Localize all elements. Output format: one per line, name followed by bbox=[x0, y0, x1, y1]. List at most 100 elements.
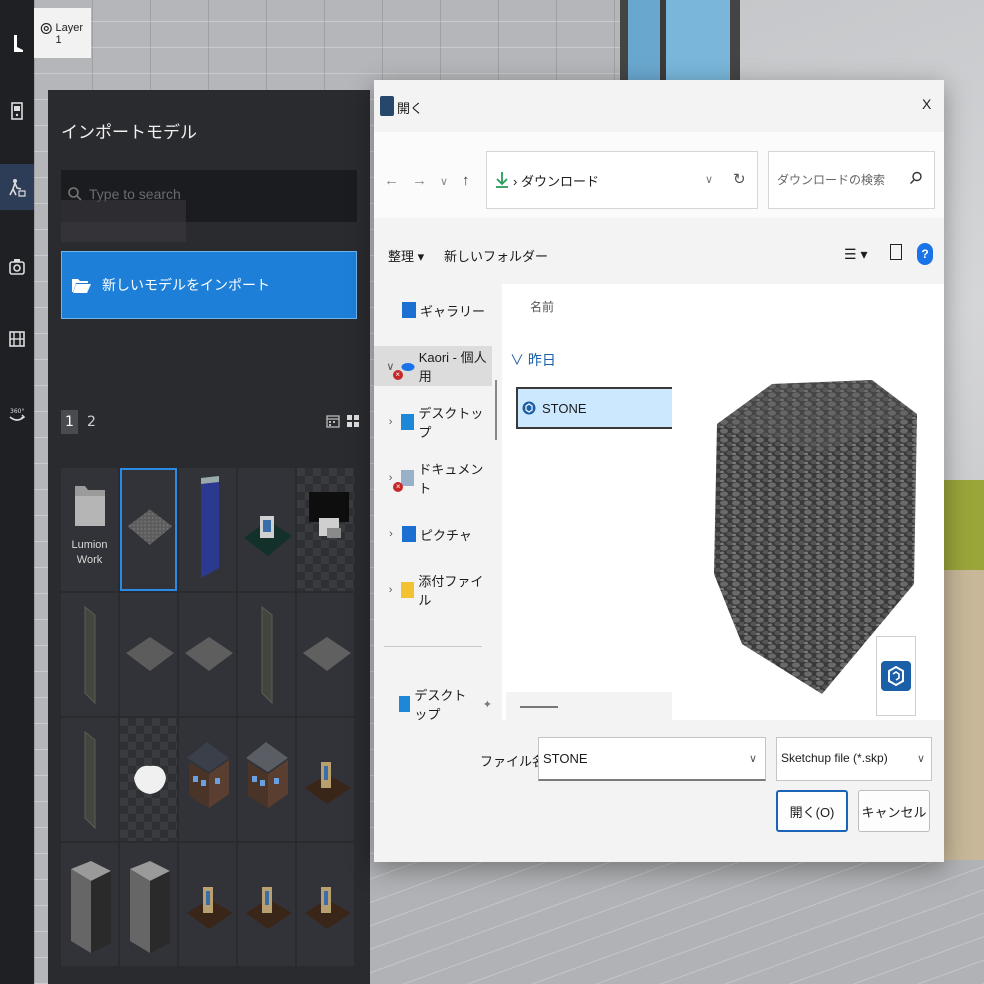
organize-menu[interactable]: 整理 ▾ bbox=[388, 246, 424, 265]
nav-item-quick-desktop[interactable]: デスクトップ ✦ bbox=[374, 684, 492, 724]
import-button-label: 新しいモデルをインポート bbox=[102, 277, 270, 293]
chevron-down-icon[interactable]: ∨ bbox=[749, 752, 757, 765]
forward-button[interactable]: → bbox=[412, 172, 427, 189]
recent-locations-button[interactable]: ∨ bbox=[440, 175, 448, 188]
house-thumbnail bbox=[187, 742, 229, 808]
model-thumbnail[interactable] bbox=[297, 593, 354, 716]
gravel-thumbnail bbox=[185, 637, 233, 671]
model-thumbnail[interactable] bbox=[120, 468, 177, 591]
cancel-button[interactable]: キャンセル bbox=[858, 790, 930, 832]
page-2[interactable]: 2 bbox=[83, 410, 100, 434]
app-icon bbox=[380, 96, 394, 116]
import-models-icon[interactable] bbox=[0, 164, 34, 210]
model-thumbnail[interactable] bbox=[238, 718, 295, 841]
model-thumbnail[interactable] bbox=[297, 468, 354, 591]
model-thumbnail[interactable] bbox=[238, 843, 295, 966]
grey-cabinet-thumbnail bbox=[130, 861, 170, 953]
view-options-icon[interactable]: ☰ ▾ bbox=[844, 246, 867, 263]
file-item-stone[interactable]: STONE bbox=[516, 387, 672, 429]
model-thumbnail[interactable] bbox=[61, 593, 118, 716]
search-icon bbox=[910, 171, 922, 184]
file-list-hscrollbar[interactable] bbox=[520, 706, 558, 708]
building-window bbox=[620, 0, 740, 80]
layer-selector[interactable]: Layer 1 bbox=[34, 8, 91, 58]
filetype-select[interactable]: Sketchup file (*.skp) ∨ bbox=[776, 737, 932, 781]
sketchup-file-icon bbox=[522, 401, 536, 415]
address-path: › ダウンロード bbox=[513, 174, 599, 189]
model-thumbnail[interactable] bbox=[61, 843, 118, 966]
nav-item-label: 添付ファイル bbox=[418, 574, 484, 608]
left-toolbar: 360° bbox=[0, 0, 34, 984]
nav-item-label: Kaori - 個人用 bbox=[418, 350, 487, 384]
model-thumbnail[interactable] bbox=[120, 843, 177, 966]
build-mode-icon[interactable] bbox=[0, 88, 34, 134]
open-button[interactable]: 開く(O) bbox=[776, 790, 848, 832]
chevron-right-icon[interactable]: › bbox=[384, 584, 397, 596]
model-thumbnail[interactable] bbox=[238, 468, 295, 591]
chevron-down-icon[interactable]: ∨ bbox=[705, 173, 713, 186]
blue-panel-thumbnail bbox=[201, 476, 219, 578]
photo-mode-icon[interactable] bbox=[0, 244, 34, 290]
folder-lumion-work[interactable]: Lumion Work bbox=[61, 468, 118, 591]
lumion-logo-icon[interactable] bbox=[0, 20, 34, 66]
filename-input[interactable]: STONE ∨ bbox=[538, 737, 766, 781]
panorama-360-icon[interactable]: 360° bbox=[0, 392, 34, 438]
nav-divider bbox=[384, 646, 482, 647]
model-thumbnail[interactable] bbox=[297, 843, 354, 966]
nav-item-label: デスクトップ bbox=[418, 406, 484, 440]
up-button[interactable]: ↑ bbox=[462, 172, 470, 189]
page-selector: 1 2 bbox=[61, 410, 100, 434]
grid-view-icon[interactable] bbox=[346, 414, 360, 428]
model-thumbnail[interactable] bbox=[179, 718, 236, 841]
door-on-base-thumbnail bbox=[187, 887, 233, 929]
calendar-sort-icon[interactable] bbox=[326, 414, 340, 428]
model-thumbnail[interactable] bbox=[238, 593, 295, 716]
address-bar[interactable]: › ダウンロード ∨ ↻ bbox=[486, 151, 758, 209]
refresh-icon[interactable]: ↻ bbox=[733, 170, 746, 188]
import-new-model-button[interactable]: 新しいモデルをインポート bbox=[61, 251, 357, 319]
movie-mode-icon[interactable] bbox=[0, 316, 34, 362]
search-highlight bbox=[61, 200, 186, 242]
nav-item-attachments[interactable]: › 添付ファイル bbox=[374, 570, 492, 610]
nav-item-pictures[interactable]: › ピクチャ bbox=[374, 514, 492, 554]
model-thumbnail[interactable] bbox=[120, 593, 177, 716]
model-thumbnail[interactable] bbox=[61, 718, 118, 841]
import-model-panel: インポートモデル Type to search 新しいモデルをインポート 1 2… bbox=[48, 90, 370, 984]
gravel-thumbnail bbox=[303, 637, 351, 671]
page-1[interactable]: 1 bbox=[61, 410, 78, 434]
back-button[interactable]: ← bbox=[384, 172, 399, 189]
model-thumbnail[interactable] bbox=[179, 593, 236, 716]
address-text: ダウンロード bbox=[520, 174, 599, 189]
pin-icon: ✦ bbox=[482, 698, 493, 711]
help-icon[interactable]: ? bbox=[917, 243, 933, 265]
open-file-dialog: 開く X ← → ∨ ↑ › ダウンロード ∨ ↻ ダウンロードの検索 整理 ▾… bbox=[374, 80, 944, 862]
desktop-icon bbox=[401, 414, 415, 430]
panel-title: インポートモデル bbox=[61, 123, 197, 142]
chevron-right-icon[interactable]: › bbox=[384, 528, 398, 540]
layer-eye-icon[interactable] bbox=[40, 22, 53, 35]
chevron-down-icon[interactable]: ∨ bbox=[917, 752, 925, 765]
nav-scrollbar[interactable] bbox=[495, 380, 497, 440]
folder-search-input[interactable]: ダウンロードの検索 bbox=[768, 151, 935, 209]
column-header-name[interactable]: 名前 bbox=[530, 298, 554, 315]
glass-panel-thumbnail bbox=[84, 730, 96, 830]
nav-item-desktop[interactable]: › デスクトップ bbox=[374, 402, 492, 442]
nav-item-onedrive[interactable]: ∨ × Kaori - 個人用 bbox=[374, 346, 492, 386]
new-folder-button[interactable]: 新しいフォルダー bbox=[444, 246, 548, 265]
nav-item-gallery[interactable]: ギャラリー bbox=[374, 290, 492, 330]
model-thumbnail[interactable] bbox=[297, 718, 354, 841]
preview-pane-icon[interactable] bbox=[890, 244, 902, 260]
group-header-yesterday[interactable]: ∨ 昨日 bbox=[510, 350, 556, 370]
gallery-icon bbox=[402, 302, 416, 318]
folder-open-icon bbox=[72, 279, 91, 293]
folder-label-line1: Lumion bbox=[71, 539, 108, 551]
model-thumbnail[interactable] bbox=[179, 468, 236, 591]
documents-icon: × bbox=[393, 470, 415, 492]
close-button[interactable]: X bbox=[922, 96, 931, 112]
white-rock-thumbnail bbox=[134, 765, 166, 794]
chevron-right-icon[interactable]: › bbox=[384, 416, 397, 428]
model-thumbnail[interactable] bbox=[120, 718, 177, 841]
model-thumbnail[interactable] bbox=[179, 843, 236, 966]
pictures-icon bbox=[402, 526, 416, 542]
nav-item-documents[interactable]: › × ドキュメント bbox=[374, 458, 492, 498]
